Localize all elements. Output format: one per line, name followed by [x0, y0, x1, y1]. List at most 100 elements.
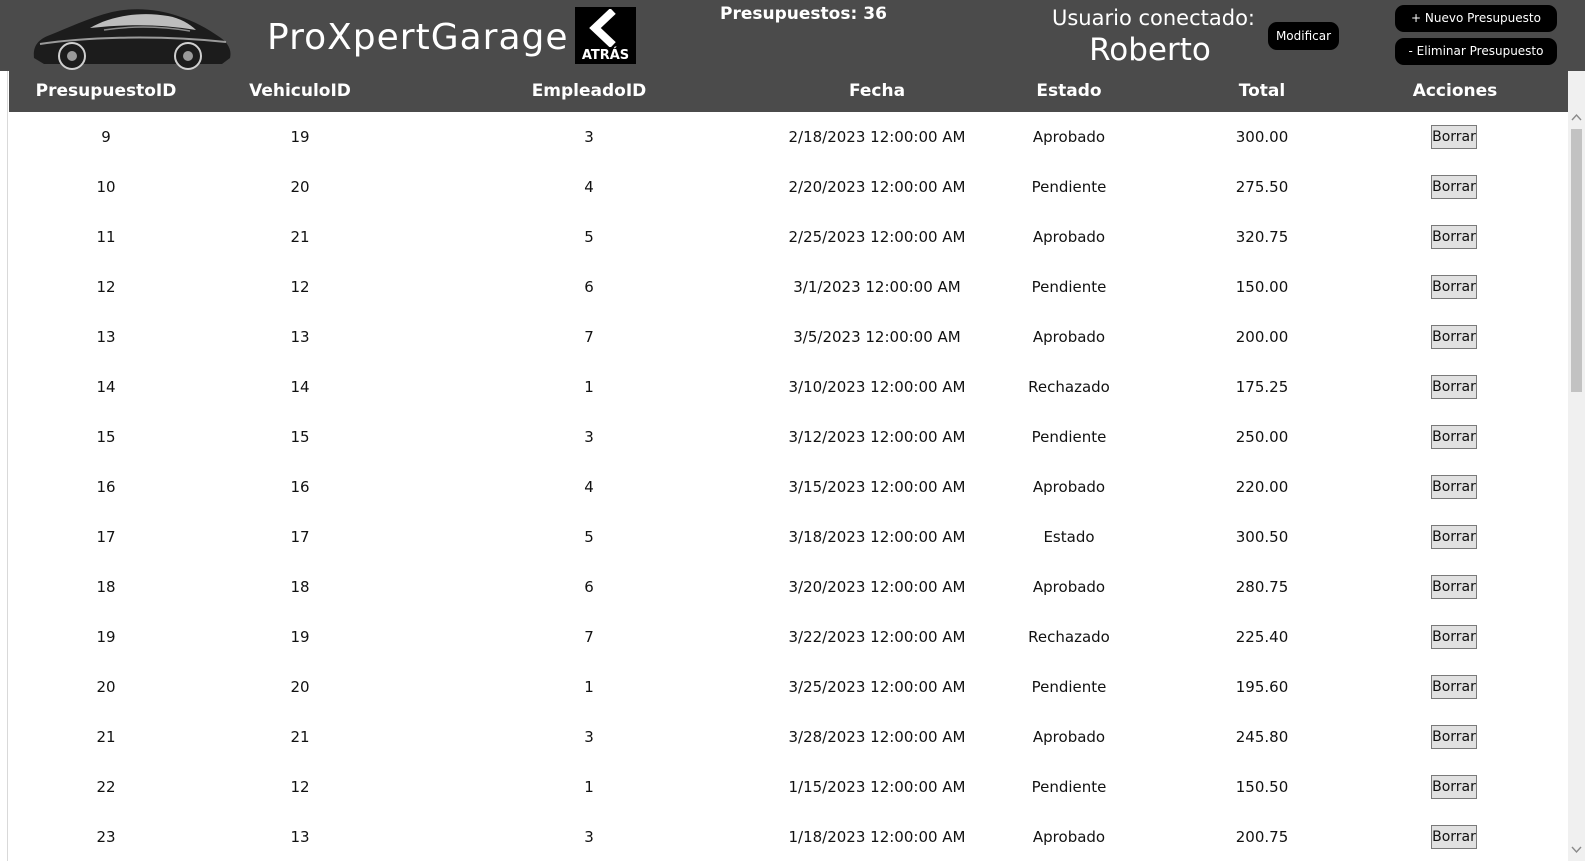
cell-estado: Pendiente: [1031, 678, 1107, 696]
cell-vehiculoid: 20: [290, 178, 310, 196]
scrollbar-thumb[interactable]: [1571, 129, 1582, 392]
scroll-up-arrow-icon[interactable]: [1568, 109, 1585, 126]
table-row[interactable]: 17 17 5 3/18/2023 12:00:00 AM Estado 300…: [9, 512, 1568, 562]
back-button[interactable]: ATRÁS: [575, 7, 636, 64]
cell-estado: Rechazado: [1028, 378, 1110, 396]
table-row[interactable]: 23 13 3 1/18/2023 12:00:00 AM Aprobado 2…: [9, 812, 1568, 861]
chevron-left-icon: [589, 9, 616, 47]
table-row[interactable]: 12 12 6 3/1/2023 12:00:00 AM Pendiente 1…: [9, 262, 1568, 312]
table-row[interactable]: 14 14 1 3/10/2023 12:00:00 AM Rechazado …: [9, 362, 1568, 412]
cell-total: 200.00: [1235, 328, 1289, 346]
cell-fecha: 3/15/2023 12:00:00 AM: [788, 478, 966, 496]
table-header: PresupuestoID VehiculoID EmpleadoID Fech…: [9, 71, 1568, 112]
delete-row-button[interactable]: Borrar: [1431, 825, 1477, 849]
delete-row-button[interactable]: Borrar: [1431, 225, 1477, 249]
cell-presupuestoid: 20: [96, 678, 116, 696]
cell-presupuestoid: 11: [96, 228, 116, 246]
delete-budget-button[interactable]: - Eliminar Presupuesto: [1395, 38, 1557, 65]
column-header-total[interactable]: Total: [1165, 71, 1359, 112]
delete-row-button[interactable]: Borrar: [1431, 525, 1477, 549]
cell-presupuestoid: 19: [96, 628, 116, 646]
delete-row-button[interactable]: Borrar: [1431, 775, 1477, 799]
cell-estado: Aprobado: [1032, 128, 1106, 146]
cell-presupuestoid: 10: [96, 178, 116, 196]
cell-presupuestoid: 13: [96, 328, 116, 346]
cell-presupuestoid: 15: [96, 428, 116, 446]
cell-presupuestoid: 18: [96, 578, 116, 596]
cell-vehiculoid: 13: [290, 328, 310, 346]
cell-estado: Aprobado: [1032, 228, 1106, 246]
table-row[interactable]: 18 18 6 3/20/2023 12:00:00 AM Aprobado 2…: [9, 562, 1568, 612]
column-header-acciones[interactable]: Acciones: [1359, 71, 1551, 112]
cell-estado: Aprobado: [1032, 828, 1106, 846]
table-row[interactable]: 20 20 1 3/25/2023 12:00:00 AM Pendiente …: [9, 662, 1568, 712]
cell-vehiculoid: 12: [290, 278, 310, 296]
cell-fecha: 3/10/2023 12:00:00 AM: [788, 378, 966, 396]
table-row[interactable]: 21 21 3 3/28/2023 12:00:00 AM Aprobado 2…: [9, 712, 1568, 762]
column-header-vehiculoid[interactable]: VehiculoID: [203, 71, 397, 112]
cell-vehiculoid: 19: [290, 128, 310, 146]
cell-estado: Rechazado: [1028, 628, 1110, 646]
modify-user-button[interactable]: Modificar: [1268, 22, 1339, 50]
budget-table-body: 9 19 3 2/18/2023 12:00:00 AM Aprobado 30…: [9, 112, 1568, 861]
delete-row-button[interactable]: Borrar: [1431, 475, 1477, 499]
app-title: ProXpertGarage: [267, 17, 569, 58]
cell-total: 300.50: [1235, 528, 1289, 546]
budget-count: Presupuestos: 36: [720, 3, 887, 25]
cell-estado: Pendiente: [1031, 278, 1107, 296]
cell-estado: Aprobado: [1032, 578, 1106, 596]
cell-fecha: 2/20/2023 12:00:00 AM: [788, 178, 966, 196]
cell-vehiculoid: 16: [290, 478, 310, 496]
cell-empleadoid: 1: [584, 778, 594, 796]
budget-count-value: 36: [863, 4, 887, 24]
column-header-estado[interactable]: Estado: [973, 71, 1165, 112]
table-row[interactable]: 13 13 7 3/5/2023 12:00:00 AM Aprobado 20…: [9, 312, 1568, 362]
new-budget-button[interactable]: + Nuevo Presupuesto: [1395, 5, 1557, 32]
cell-total: 175.25: [1235, 378, 1289, 396]
connected-user-name: Roberto: [1089, 32, 1211, 68]
cell-vehiculoid: 15: [290, 428, 310, 446]
delete-row-button[interactable]: Borrar: [1431, 425, 1477, 449]
cell-fecha: 2/18/2023 12:00:00 AM: [788, 128, 966, 146]
cell-total: 225.40: [1235, 628, 1289, 646]
table-row[interactable]: 16 16 4 3/15/2023 12:00:00 AM Aprobado 2…: [9, 462, 1568, 512]
cell-vehiculoid: 20: [290, 678, 310, 696]
table-row[interactable]: 15 15 3 3/12/2023 12:00:00 AM Pendiente …: [9, 412, 1568, 462]
cell-empleadoid: 3: [584, 828, 594, 846]
cell-presupuestoid: 14: [96, 378, 116, 396]
delete-row-button[interactable]: Borrar: [1431, 325, 1477, 349]
cell-empleadoid: 4: [584, 478, 594, 496]
scroll-down-arrow-icon[interactable]: [1568, 841, 1585, 858]
table-row[interactable]: 19 19 7 3/22/2023 12:00:00 AM Rechazado …: [9, 612, 1568, 662]
delete-row-button[interactable]: Borrar: [1431, 675, 1477, 699]
cell-vehiculoid: 13: [290, 828, 310, 846]
cell-total: 245.80: [1235, 728, 1289, 746]
delete-row-button[interactable]: Borrar: [1431, 125, 1477, 149]
delete-row-button[interactable]: Borrar: [1431, 725, 1477, 749]
cell-presupuestoid: 17: [96, 528, 116, 546]
cell-empleadoid: 5: [584, 528, 594, 546]
table-row[interactable]: 9 19 3 2/18/2023 12:00:00 AM Aprobado 30…: [9, 112, 1568, 162]
column-header-presupuestoid[interactable]: PresupuestoID: [9, 71, 203, 112]
grid-left-border: [0, 71, 8, 861]
table-row[interactable]: 22 12 1 1/15/2023 12:00:00 AM Pendiente …: [9, 762, 1568, 812]
cell-fecha: 3/28/2023 12:00:00 AM: [788, 728, 966, 746]
table-row[interactable]: 11 21 5 2/25/2023 12:00:00 AM Aprobado 3…: [9, 212, 1568, 262]
cell-fecha: 3/22/2023 12:00:00 AM: [788, 628, 966, 646]
delete-row-button[interactable]: Borrar: [1431, 275, 1477, 299]
delete-row-button[interactable]: Borrar: [1431, 375, 1477, 399]
column-header-empleadoid[interactable]: EmpleadoID: [397, 71, 781, 112]
column-header-fecha[interactable]: Fecha: [781, 71, 973, 112]
cell-estado: Pendiente: [1031, 428, 1107, 446]
cell-empleadoid: 7: [584, 328, 594, 346]
cell-fecha: 3/25/2023 12:00:00 AM: [788, 678, 966, 696]
vertical-scrollbar[interactable]: [1568, 71, 1585, 861]
top-bar: ProXpertGarage ATRÁS Presupuestos: 36 Usu…: [0, 0, 1585, 71]
delete-row-button[interactable]: Borrar: [1431, 575, 1477, 599]
delete-row-button[interactable]: Borrar: [1431, 175, 1477, 199]
table-row[interactable]: 10 20 4 2/20/2023 12:00:00 AM Pendiente …: [9, 162, 1568, 212]
cell-empleadoid: 1: [584, 378, 594, 396]
delete-row-button[interactable]: Borrar: [1431, 625, 1477, 649]
cell-presupuestoid: 22: [96, 778, 116, 796]
cell-fecha: 1/18/2023 12:00:00 AM: [788, 828, 966, 846]
